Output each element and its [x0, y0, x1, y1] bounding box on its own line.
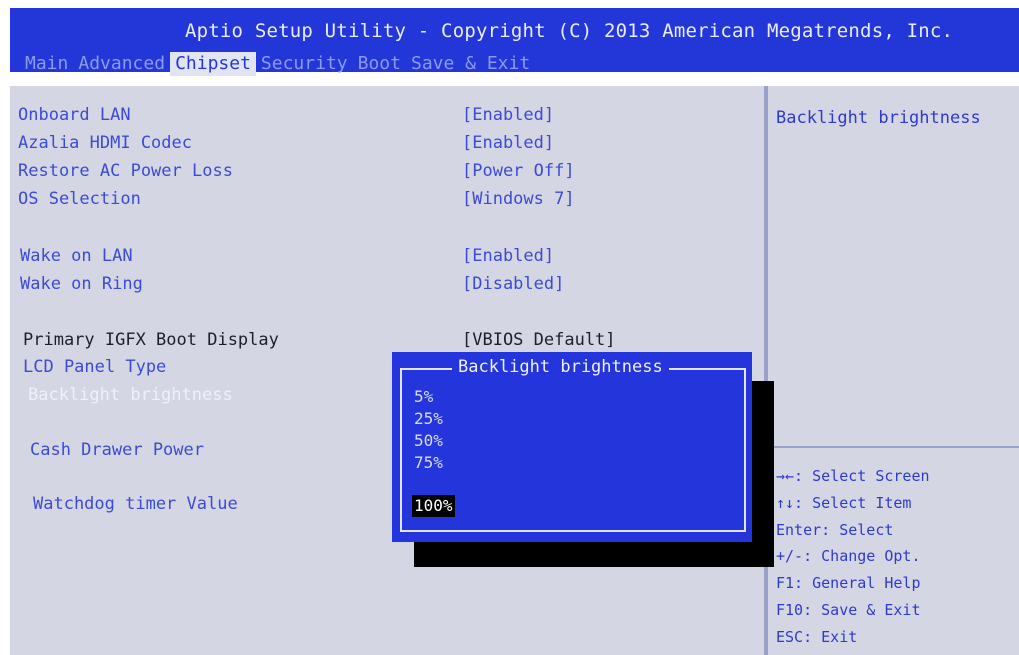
setting-wake-on-ring-label[interactable]: Wake on Ring	[20, 274, 143, 294]
key-enter-select: Enter: Select	[776, 520, 894, 539]
key-select-item: ↑↓: Select Item	[776, 493, 912, 512]
tab-advanced[interactable]: Advanced	[73, 52, 170, 76]
setting-primary-igfx-value: [VBIOS Default]	[462, 330, 616, 350]
popup-option-50[interactable]: 50%	[414, 430, 443, 452]
setting-restore-ac-label[interactable]: Restore AC Power Loss	[18, 161, 233, 181]
setting-wake-on-ring-value[interactable]: [Disabled]	[462, 274, 564, 294]
tab-save-exit[interactable]: Save & Exit	[406, 52, 535, 76]
setting-onboard-lan-value[interactable]: [Enabled]	[462, 105, 554, 125]
key-select-screen: →←: Select Screen	[776, 467, 930, 485]
key-exit: ESC: Exit	[776, 627, 858, 646]
setting-azalia-hdmi-label[interactable]: Azalia HDMI Codec	[18, 133, 192, 153]
backlight-popup: Backlight brightness 5% 25% 50% 75% 100%	[392, 352, 752, 542]
popup-option-5[interactable]: 5%	[414, 386, 433, 408]
popup-option-100[interactable]: 100%	[412, 495, 455, 517]
help-divider	[768, 446, 1019, 448]
setting-azalia-hdmi-value[interactable]: [Enabled]	[462, 133, 554, 153]
bios-setup-screen: Aptio Setup Utility - Copyright (C) 2013…	[0, 0, 1019, 655]
key-legend: →←: Select Screen ↑↓: Select Item Enter:…	[776, 463, 930, 651]
window-title: Aptio Setup Utility - Copyright (C) 2013…	[185, 20, 954, 42]
tab-bar: Main Advanced Chipset Security Boot Save…	[20, 52, 535, 76]
setting-restore-ac-value[interactable]: [Power Off]	[462, 161, 575, 181]
tab-main[interactable]: Main	[20, 52, 73, 76]
key-save-exit: F10: Save & Exit	[776, 600, 921, 619]
tab-security[interactable]: Security	[256, 52, 353, 76]
setting-wake-on-lan-value[interactable]: [Enabled]	[462, 246, 554, 266]
setting-onboard-lan-label[interactable]: Onboard LAN	[18, 105, 131, 125]
tab-chipset[interactable]: Chipset	[170, 52, 256, 76]
key-general-help: F1: General Help	[776, 574, 921, 593]
popup-title: Backlight brightness	[452, 357, 669, 377]
help-description: Backlight brightness	[776, 108, 981, 128]
key-change-opt: +/-: Change Opt.	[776, 547, 921, 566]
setting-wake-on-lan-label[interactable]: Wake on LAN	[20, 246, 133, 266]
tab-boot[interactable]: Boot	[353, 52, 406, 76]
setting-backlight-label[interactable]: Backlight brightness	[28, 385, 233, 405]
setting-watchdog-label[interactable]: Watchdog timer Value	[33, 494, 238, 514]
setting-os-selection-value[interactable]: [Windows 7]	[462, 189, 575, 209]
setting-os-selection-label[interactable]: OS Selection	[18, 189, 141, 209]
setting-primary-igfx-label: Primary IGFX Boot Display	[23, 330, 279, 350]
setting-cash-drawer-label[interactable]: Cash Drawer Power	[30, 440, 204, 460]
header-bar: Aptio Setup Utility - Copyright (C) 2013…	[10, 8, 1019, 76]
popup-option-75[interactable]: 75%	[414, 452, 443, 474]
popup-option-25[interactable]: 25%	[414, 408, 443, 430]
setting-lcd-panel-type-label[interactable]: LCD Panel Type	[23, 357, 166, 377]
